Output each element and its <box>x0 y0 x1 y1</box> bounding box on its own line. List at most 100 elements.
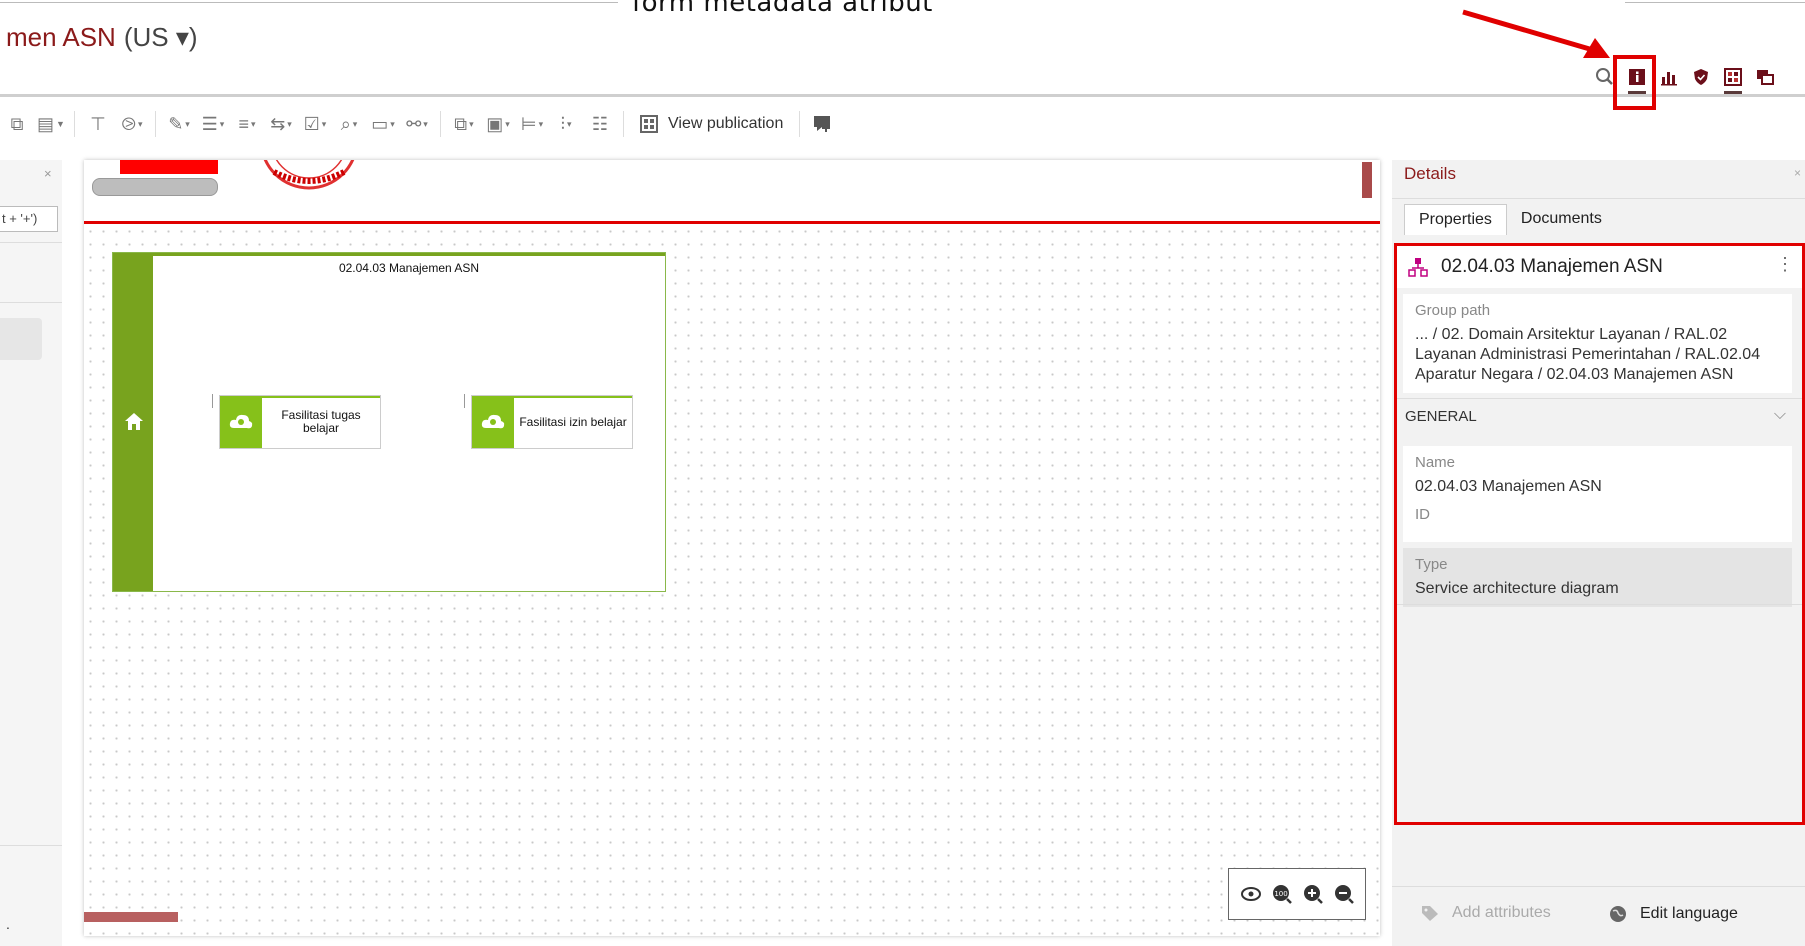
tag-icon <box>1422 906 1438 921</box>
divider <box>1397 604 1802 605</box>
seal-logo <box>263 160 355 190</box>
line-color-icon[interactable]: ✎ ▾ <box>162 109 196 139</box>
toolbar-divider <box>155 111 156 137</box>
service-box-2[interactable]: Fasilitasi izin belajar <box>464 394 633 449</box>
edit-shape-icon[interactable]: ☑ ▾ <box>298 109 332 139</box>
cloud-service-icon <box>481 414 505 429</box>
service-icon-bar <box>472 396 514 448</box>
zoom-in-icon[interactable] <box>1302 883 1324 905</box>
divider <box>1397 398 1802 399</box>
preview-eye-icon[interactable] <box>1240 886 1262 902</box>
field-label: Group path <box>1415 302 1491 319</box>
line-style-icon[interactable]: ☰ ▾ <box>196 109 230 139</box>
service-tick <box>464 394 465 408</box>
stack-icon[interactable]: ☷ <box>583 109 617 139</box>
toolbar-divider <box>623 111 624 137</box>
close-icon[interactable]: × <box>44 166 52 181</box>
svg-text:100: 100 <box>1274 890 1287 898</box>
page-marker <box>84 912 178 922</box>
zoom-100-icon[interactable]: 100 <box>1271 883 1293 905</box>
language-selector[interactable]: (US ▾) <box>124 22 198 52</box>
copy-icon[interactable]: ⧉ <box>0 109 34 139</box>
scroll-marker <box>1362 162 1372 198</box>
header-divider <box>0 94 1805 97</box>
align-icon[interactable]: ⊨ ▾ <box>515 109 549 139</box>
hierarchy-icon <box>1408 258 1428 277</box>
header-grey-pill <box>92 178 218 196</box>
group-path-value: ... / 02. Domain Arsitektur Layanan / RA… <box>1415 326 1761 383</box>
line-weight-icon[interactable]: ≡ ▾ <box>230 109 264 139</box>
left-panel-item[interactable] <box>0 318 42 360</box>
edit-language-label: Edit language <box>1640 905 1738 922</box>
annotation-arrow-icon <box>1462 9 1610 58</box>
shield-icon[interactable] <box>1685 64 1717 90</box>
name-field[interactable]: Name 02.04.03 Manajemen ASN <box>1403 446 1792 505</box>
chevron-down-icon[interactable]: ⌵ <box>1774 406 1786 424</box>
shape-search-icon[interactable]: ⌕ ▾ <box>332 109 366 139</box>
object-name: 02.04.03 Manajemen ASN <box>1441 256 1663 277</box>
add-attributes-button[interactable]: Add attributes <box>1420 904 1551 922</box>
section-general-header[interactable]: GENERAL <box>1405 408 1477 425</box>
view-publication-button[interactable]: View publication <box>630 115 793 133</box>
field-label: ID <box>1415 506 1430 523</box>
service-group[interactable]: 02.04.03 Manajemen ASN Fasilitasi tugas … <box>112 252 666 592</box>
toolbar-divider <box>74 111 75 137</box>
arrange-icon[interactable]: ⧉ ▾ <box>447 109 481 139</box>
object-header: 02.04.03 Manajemen ASN ⋮ <box>1397 246 1802 288</box>
service-label: Fasilitasi izin belajar <box>519 414 627 429</box>
toolbar-divider <box>799 111 801 137</box>
divider <box>0 302 62 303</box>
annotation-line <box>0 2 618 3</box>
chart-icon[interactable] <box>1653 64 1685 90</box>
home-service-icon <box>125 413 143 430</box>
add-comment-icon[interactable] <box>806 109 840 139</box>
format-painter-icon[interactable]: ⊤ <box>81 109 115 139</box>
divider <box>0 845 62 846</box>
globe-icon <box>1610 906 1626 922</box>
type-value: Service architecture diagram <box>1415 580 1619 597</box>
group-top-border <box>153 253 665 256</box>
zoom-out-icon[interactable] <box>1333 883 1355 905</box>
group-icon[interactable]: ▣ ▾ <box>481 109 515 139</box>
more-options-icon[interactable]: ⋮ <box>1776 254 1794 275</box>
toolbar-divider <box>440 111 441 137</box>
search-input[interactable]: t + '+') <box>0 206 58 232</box>
divider <box>1392 198 1805 199</box>
fill-color-icon[interactable]: ⧁ ▾ <box>115 109 149 139</box>
left-panel-text: . <box>6 916 10 932</box>
close-icon[interactable]: × <box>1794 166 1801 180</box>
divider <box>0 242 62 243</box>
annotation-caption: form metadata atribut <box>632 0 933 18</box>
page-title: men ASN (US ▾) <box>6 22 198 53</box>
id-field[interactable]: ID <box>1403 498 1792 542</box>
connector-icon[interactable]: ⇆ ▾ <box>264 109 298 139</box>
diagram-title: men ASN <box>6 22 116 52</box>
properties-panel: 02.04.03 Manajemen ASN ⋮ Group path ... … <box>1394 243 1805 825</box>
zoom-controls: 100 <box>1228 868 1366 920</box>
canvas-header <box>84 160 1380 224</box>
details-panel: Details × Properties Documents 02.04.03 … <box>1392 160 1805 946</box>
divider <box>1392 886 1805 887</box>
group-path-field: Group path ... / 02. Domain Arsitektur L… <box>1403 294 1792 393</box>
tab-documents[interactable]: Documents <box>1507 204 1616 235</box>
link-icon[interactable]: ⚯ ▾ <box>400 109 434 139</box>
service-icon-bar <box>220 396 262 448</box>
distribute-icon[interactable]: ⫶ ▾ <box>549 109 583 139</box>
cloud-service-icon <box>229 414 253 429</box>
group-title: 02.04.03 Manajemen ASN <box>338 261 480 275</box>
diagram-icon[interactable] <box>1717 64 1749 94</box>
details-tabs: Properties Documents <box>1404 204 1616 235</box>
diagram-canvas[interactable]: 02.04.03 Manajemen ASN Fasilitasi tugas … <box>84 160 1380 936</box>
chat-icon[interactable] <box>1749 64 1781 90</box>
edit-language-button[interactable]: Edit language <box>1608 904 1738 924</box>
annotation-highlight-box <box>1613 55 1656 110</box>
left-panel: × t + '+') . <box>0 160 62 946</box>
toolbar: ⧉ ▤ ▼ ⊤ ⧁ ▾ ✎ ▾ ☰ ▾ ≡ ▾ ⇆ ▾ ☑ ▾ ⌕ ▾ ▭ ▾ ⚯ ▾ ⧉ ▾ ▣ ▾ … <box>0 104 840 144</box>
service-tick <box>212 394 213 408</box>
paste-icon[interactable]: ▤ ▼ <box>34 109 68 139</box>
type-field: Type Service architecture diagram <box>1403 548 1792 607</box>
service-box-1[interactable]: Fasilitasi tugas belajar <box>212 394 381 449</box>
field-label: Type <box>1415 556 1448 573</box>
tab-properties[interactable]: Properties <box>1404 204 1507 235</box>
shape-icon[interactable]: ▭ ▾ <box>366 109 400 139</box>
